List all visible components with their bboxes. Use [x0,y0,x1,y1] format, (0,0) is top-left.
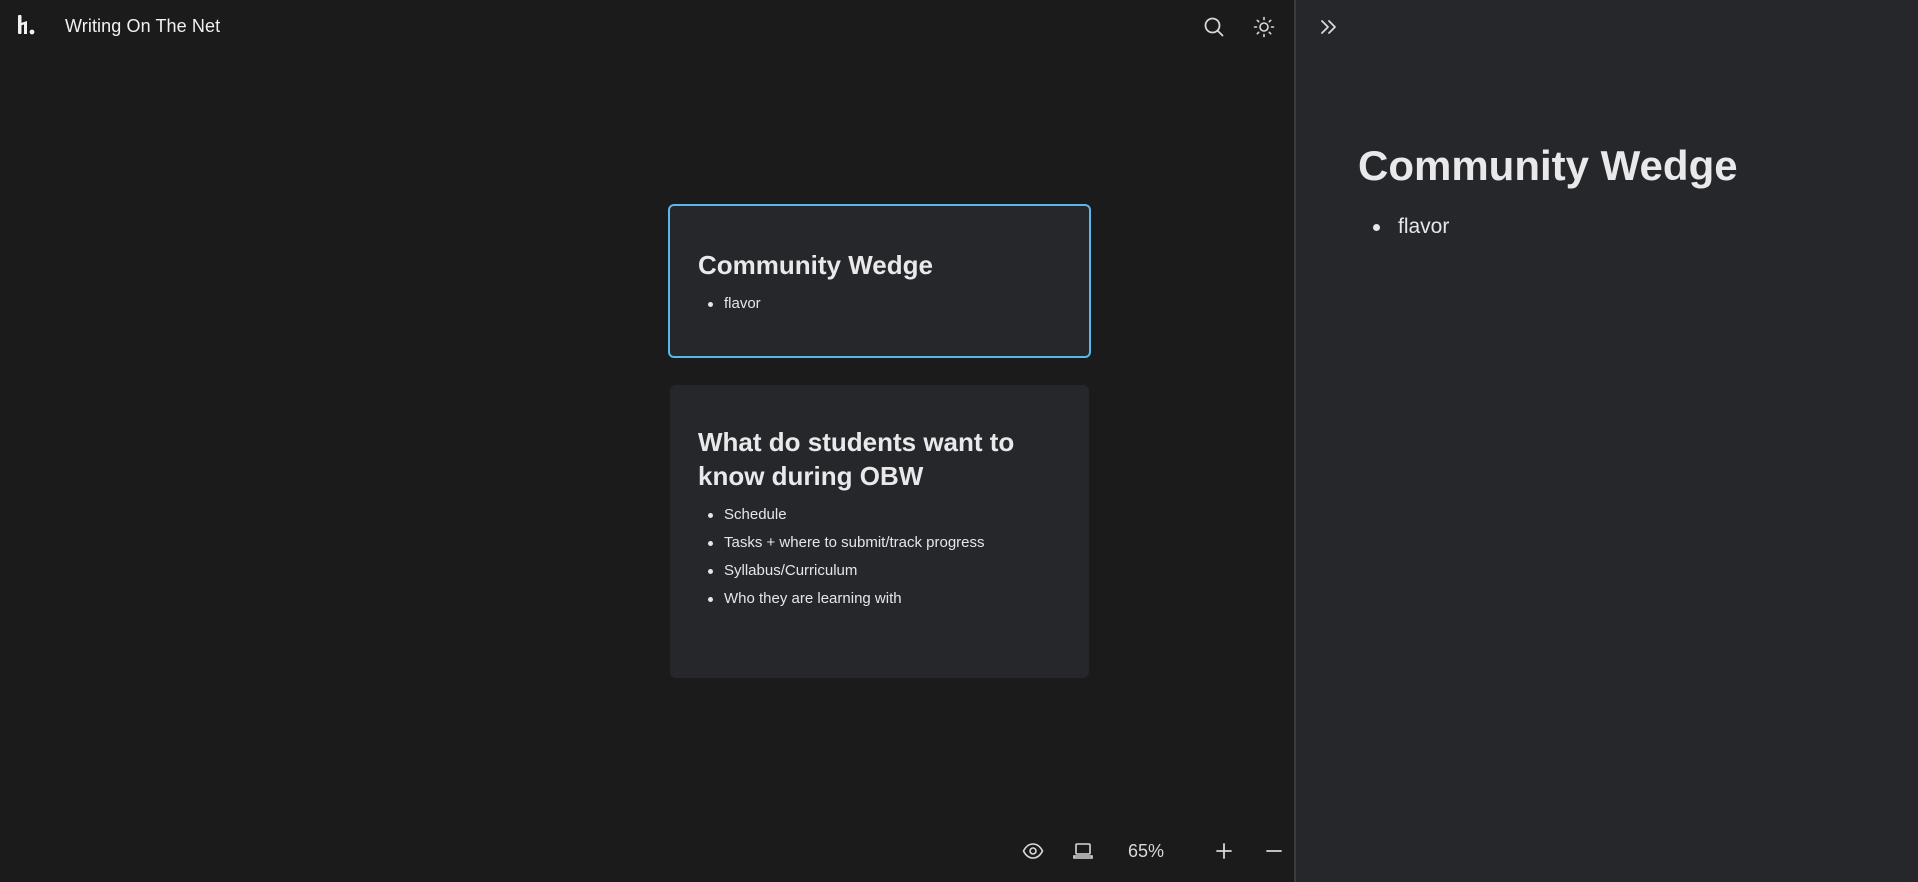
search-icon [1204,17,1224,37]
canvas[interactable]: Writing On The Net Community Wedge flavo… [0,0,1294,882]
laptop-icon [1073,843,1093,859]
panel-title[interactable]: Community Wedge [1358,140,1738,192]
minus-icon [1266,850,1282,852]
zoom-out-button[interactable] [1261,838,1287,864]
theme-toggle-button[interactable] [1251,14,1277,40]
card-list: flavor [698,290,1061,318]
detail-panel: Community Wedge flavor [1296,0,1918,882]
double-chevron-right-icon [1321,20,1336,34]
card-title: Community Wedge [698,250,933,280]
card-community-wedge[interactable]: Community Wedge flavor [668,204,1091,358]
list-item: Tasks + where to submit/track progress [708,529,1061,557]
logo-icon [18,15,35,35]
list-item: Schedule [708,501,1061,529]
panel-list: flavor [1358,212,1449,242]
zoom-toolbar: 65% [1010,836,1294,866]
top-bar: Writing On The Net [0,0,1294,54]
search-button[interactable] [1201,14,1227,40]
presentation-button[interactable] [1070,838,1096,864]
list-item[interactable]: flavor [1372,212,1449,242]
app-window: Writing On The Net Community Wedge flavo… [0,0,1918,882]
list-item: Syllabus/Curriculum [708,557,1061,585]
app-title: Writing On The Net [65,16,221,36]
preview-button[interactable] [1020,838,1046,864]
list-item: Who they are learning with [708,585,1061,613]
collapse-panel-button[interactable] [1316,14,1342,40]
sun-icon [1253,16,1275,38]
list-item: flavor [708,290,1061,318]
card-title: What do students want to know during OBW [698,427,1015,491]
zoom-level: 65% [1128,841,1165,861]
zoom-in-button[interactable] [1211,838,1237,864]
card-students-obw[interactable]: What do students want to know during OBW… [670,385,1089,678]
plus-icon [1216,843,1232,859]
eye-icon [1022,843,1044,859]
app-logo[interactable] [16,14,40,38]
card-list: Schedule Tasks + where to submit/track p… [698,501,1061,613]
